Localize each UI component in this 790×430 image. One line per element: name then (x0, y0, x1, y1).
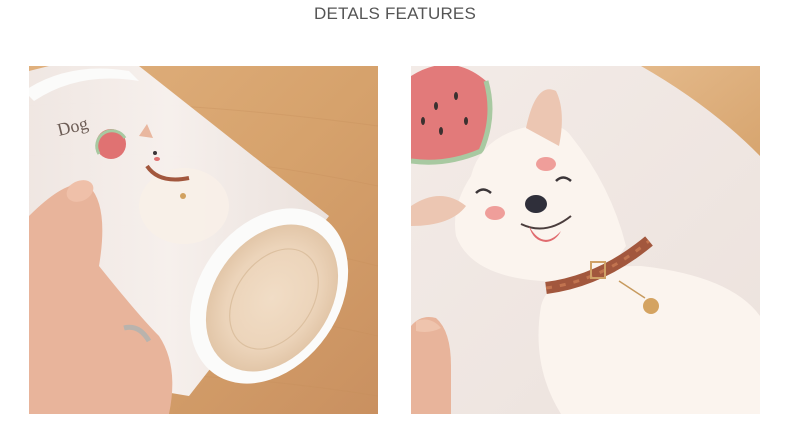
detail-photo-closeup (411, 66, 760, 414)
thumb (411, 317, 451, 414)
section-title: DETALS FEATURES (313, 4, 476, 23)
detail-photo-cup: Dog (29, 66, 378, 414)
watermelon-hat (411, 66, 493, 165)
